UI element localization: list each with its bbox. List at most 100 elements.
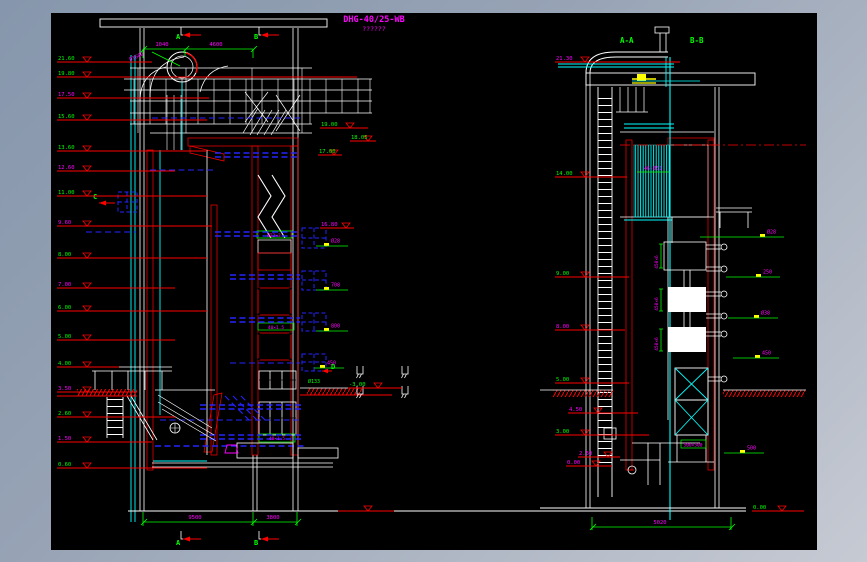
leader-label: 500 [747, 446, 756, 452]
drum-diameter-label: Ø1600 [128, 51, 145, 63]
elevation-value: 4.00 [58, 361, 71, 367]
elevation-value: 13.60 [58, 145, 75, 151]
leader-label: 450 [327, 361, 336, 367]
front-tube-lines [130, 55, 136, 522]
convective-banks [256, 230, 295, 361]
elevation-marker: 11.00 [57, 190, 207, 197]
drawing-canvas[interactable]: DHG-40/25-WB ?????? A B C D A B A-A B-B … [51, 13, 817, 550]
economizer-pitch-label: 450×6 [654, 255, 660, 269]
top-platform-structure [124, 56, 372, 150]
section-marker-b-top: B [254, 33, 258, 41]
leader-annotation: 800 [316, 324, 348, 332]
flue-duct-bend [585, 51, 668, 74]
steam-drum [151, 51, 198, 83]
elevation-value: 1.50 [58, 436, 71, 442]
leader-label: 450 [762, 351, 771, 357]
leader-label: 250 [763, 270, 772, 276]
elevation-value: 4.50 [569, 407, 582, 413]
tube-bundles [620, 123, 714, 221]
elevation-value: 0.60 [58, 462, 71, 468]
elevation-marker: 17.00 [318, 149, 342, 156]
elevation-marker: 12.60 [57, 165, 175, 172]
section-marker-c: C [93, 193, 97, 201]
dimension-value: 9500 [188, 515, 201, 521]
elevation-value: 21.30 [556, 56, 573, 62]
leader-annotation: Ø38 [728, 310, 778, 319]
elevation-value: 16.80 [321, 222, 338, 228]
elevation-value: 12.60 [58, 165, 75, 171]
elevation-marker: 9.60 [57, 220, 212, 227]
superheater-coil [257, 174, 286, 239]
bank-tube-label: Ø32×3 [267, 232, 281, 239]
elevation-value: 15.60 [58, 114, 75, 120]
elevation-value: 0.00 [753, 505, 766, 511]
elevation-value: 19.00 [321, 122, 338, 128]
elevation-value: 3.00 [556, 429, 569, 435]
elevation-value: 9.00 [556, 271, 569, 277]
elevation-value: 2.50 [579, 451, 592, 457]
elevation-marker: 6.00 [57, 305, 207, 312]
elevation-value: 14.00 [556, 171, 573, 177]
view-label-aa: A-A [620, 36, 634, 45]
elevation-value: 5.00 [58, 334, 71, 340]
elevation-marker: 18.05 [350, 135, 376, 142]
view-label-bb: B-B [690, 36, 704, 45]
economizer-banks [659, 217, 728, 420]
leader-label: Ø28 [331, 238, 340, 245]
elevation-value: 2.60 [58, 411, 71, 417]
leader-annotation: 250 [726, 270, 780, 278]
economizer-pitch-label: 450×6 [654, 297, 660, 311]
boiler-drawing-svg: DHG-40/25-WB ?????? A B C D A B A-A B-B … [57, 15, 806, 547]
access-ladder [597, 87, 617, 497]
elevation-marker: 4.00 [57, 361, 119, 368]
leader-annotation: Ø28 [316, 238, 348, 247]
elevation-value: 3.50 [58, 386, 71, 392]
annotation-layer: 21.60 19.80 17.50 15.60 13.60 12.60 11.00 9.60 8… [57, 42, 804, 526]
leader-annotation: 500 [724, 446, 764, 454]
leader-label: Ø28 [767, 229, 776, 236]
elevation-marker: 7.00 [57, 282, 175, 289]
elevation-marker: 13.60 [57, 145, 207, 152]
dimension-value: 3800 [266, 515, 279, 521]
dimension-value: 5020 [653, 520, 666, 526]
air-heater [258, 370, 297, 443]
image-viewer-matte: DHG-40/25-WB ?????? A B C D A B A-A B-B … [0, 0, 867, 562]
elevation-value: 9.60 [58, 220, 71, 226]
leader-label: 708 [331, 283, 340, 289]
elevation-value: 5.00 [556, 377, 569, 383]
elevation-marker: 16.80 [320, 222, 354, 229]
monorail-beam [99, 18, 328, 28]
elevation-marker [338, 505, 394, 512]
drawing-subtitle: ?????? [362, 25, 386, 33]
elevation-value: 18.05 [351, 135, 368, 141]
elevation-value: 17.00 [319, 149, 336, 155]
elevation-marker: 8.00 [57, 252, 207, 259]
leader-annotation: 450 [733, 351, 779, 359]
leader-annotation: 708 [316, 283, 348, 291]
elevation-value: 0.00 [567, 460, 580, 466]
elevation-marker: 19.80 [57, 71, 357, 78]
chain-grate-equipment [152, 389, 339, 468]
economizer-pitch-label: 450×6 [654, 337, 660, 351]
elevation-marker: 5.00 [555, 377, 629, 384]
elevation-value: 6.00 [58, 305, 71, 311]
elevation-value: 7.00 [58, 282, 71, 288]
ground-hatch-right [540, 389, 806, 397]
leader-label: Ø38 [761, 310, 770, 317]
elevation-marker: 15.60 [57, 114, 207, 121]
leader-label: 800 [331, 324, 340, 330]
elevation-marker: 14.00 [555, 171, 627, 178]
section-marker-b-bottom: B [254, 539, 258, 547]
elevation-marker: 5.00 [57, 334, 175, 341]
ladder [107, 397, 123, 438]
elevation-marker: 0.00 [752, 505, 804, 512]
elevation-value: 11.00 [58, 190, 75, 196]
elevation-marker: 9.00 [555, 271, 629, 278]
elevation-value: 19.80 [58, 71, 75, 77]
elevation-value: 8.00 [556, 324, 569, 330]
dimension-value: 4600 [209, 42, 222, 48]
leader-annotation: Ø28 [700, 229, 784, 238]
elevation-marker: 1.50 [57, 436, 152, 443]
airheater-top-label: 40×1.5 [268, 325, 285, 331]
elevation-value: 21.60 [58, 56, 75, 62]
